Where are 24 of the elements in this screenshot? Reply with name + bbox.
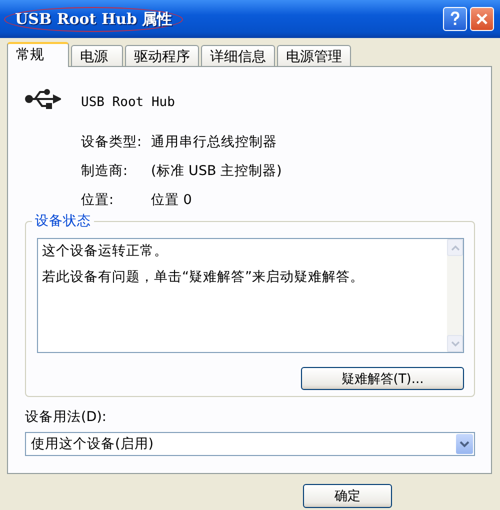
property-value: 位置 0 [151,191,193,209]
property-label: 制造商: [81,162,129,180]
tab[interactable]: 详细信息 [201,45,275,66]
device-name: USB Root Hub [81,95,175,110]
ok-button[interactable]: 确定 [303,484,392,508]
usb-icon [25,87,61,111]
status-text: 这个设备运转正常。 [42,242,169,260]
close-icon[interactable] [470,7,494,31]
usage-dropdown[interactable]: 使用这个设备(启用) [25,432,475,456]
tab[interactable]: 电源 [71,45,123,66]
usage-label: 设备用法(D): [25,408,108,426]
property-label: 位置: [81,191,115,209]
group-title: 设备状态 [32,212,94,230]
tab[interactable]: 驱动程序 [125,45,199,66]
property-value: 通用串行总线控制器 [151,133,278,151]
tab[interactable]: 常规 [7,42,69,67]
property-label: 设备类型: [81,133,143,151]
tab[interactable]: 电源管理 [277,45,351,66]
status-text: 若此设备有问题，单击“疑难解答”来启动疑难解答。 [42,268,365,286]
status-text-box[interactable]: 这个设备运转正常。 若此设备有问题，单击“疑难解答”来启动疑难解答。 [37,238,464,353]
property-value: (标准 USB 主控制器) [151,162,283,180]
help-icon[interactable] [443,7,467,31]
window-title: USB Root Hub 属性 [4,6,184,32]
troubleshoot-button[interactable]: 疑难解答(T)... [301,367,464,390]
